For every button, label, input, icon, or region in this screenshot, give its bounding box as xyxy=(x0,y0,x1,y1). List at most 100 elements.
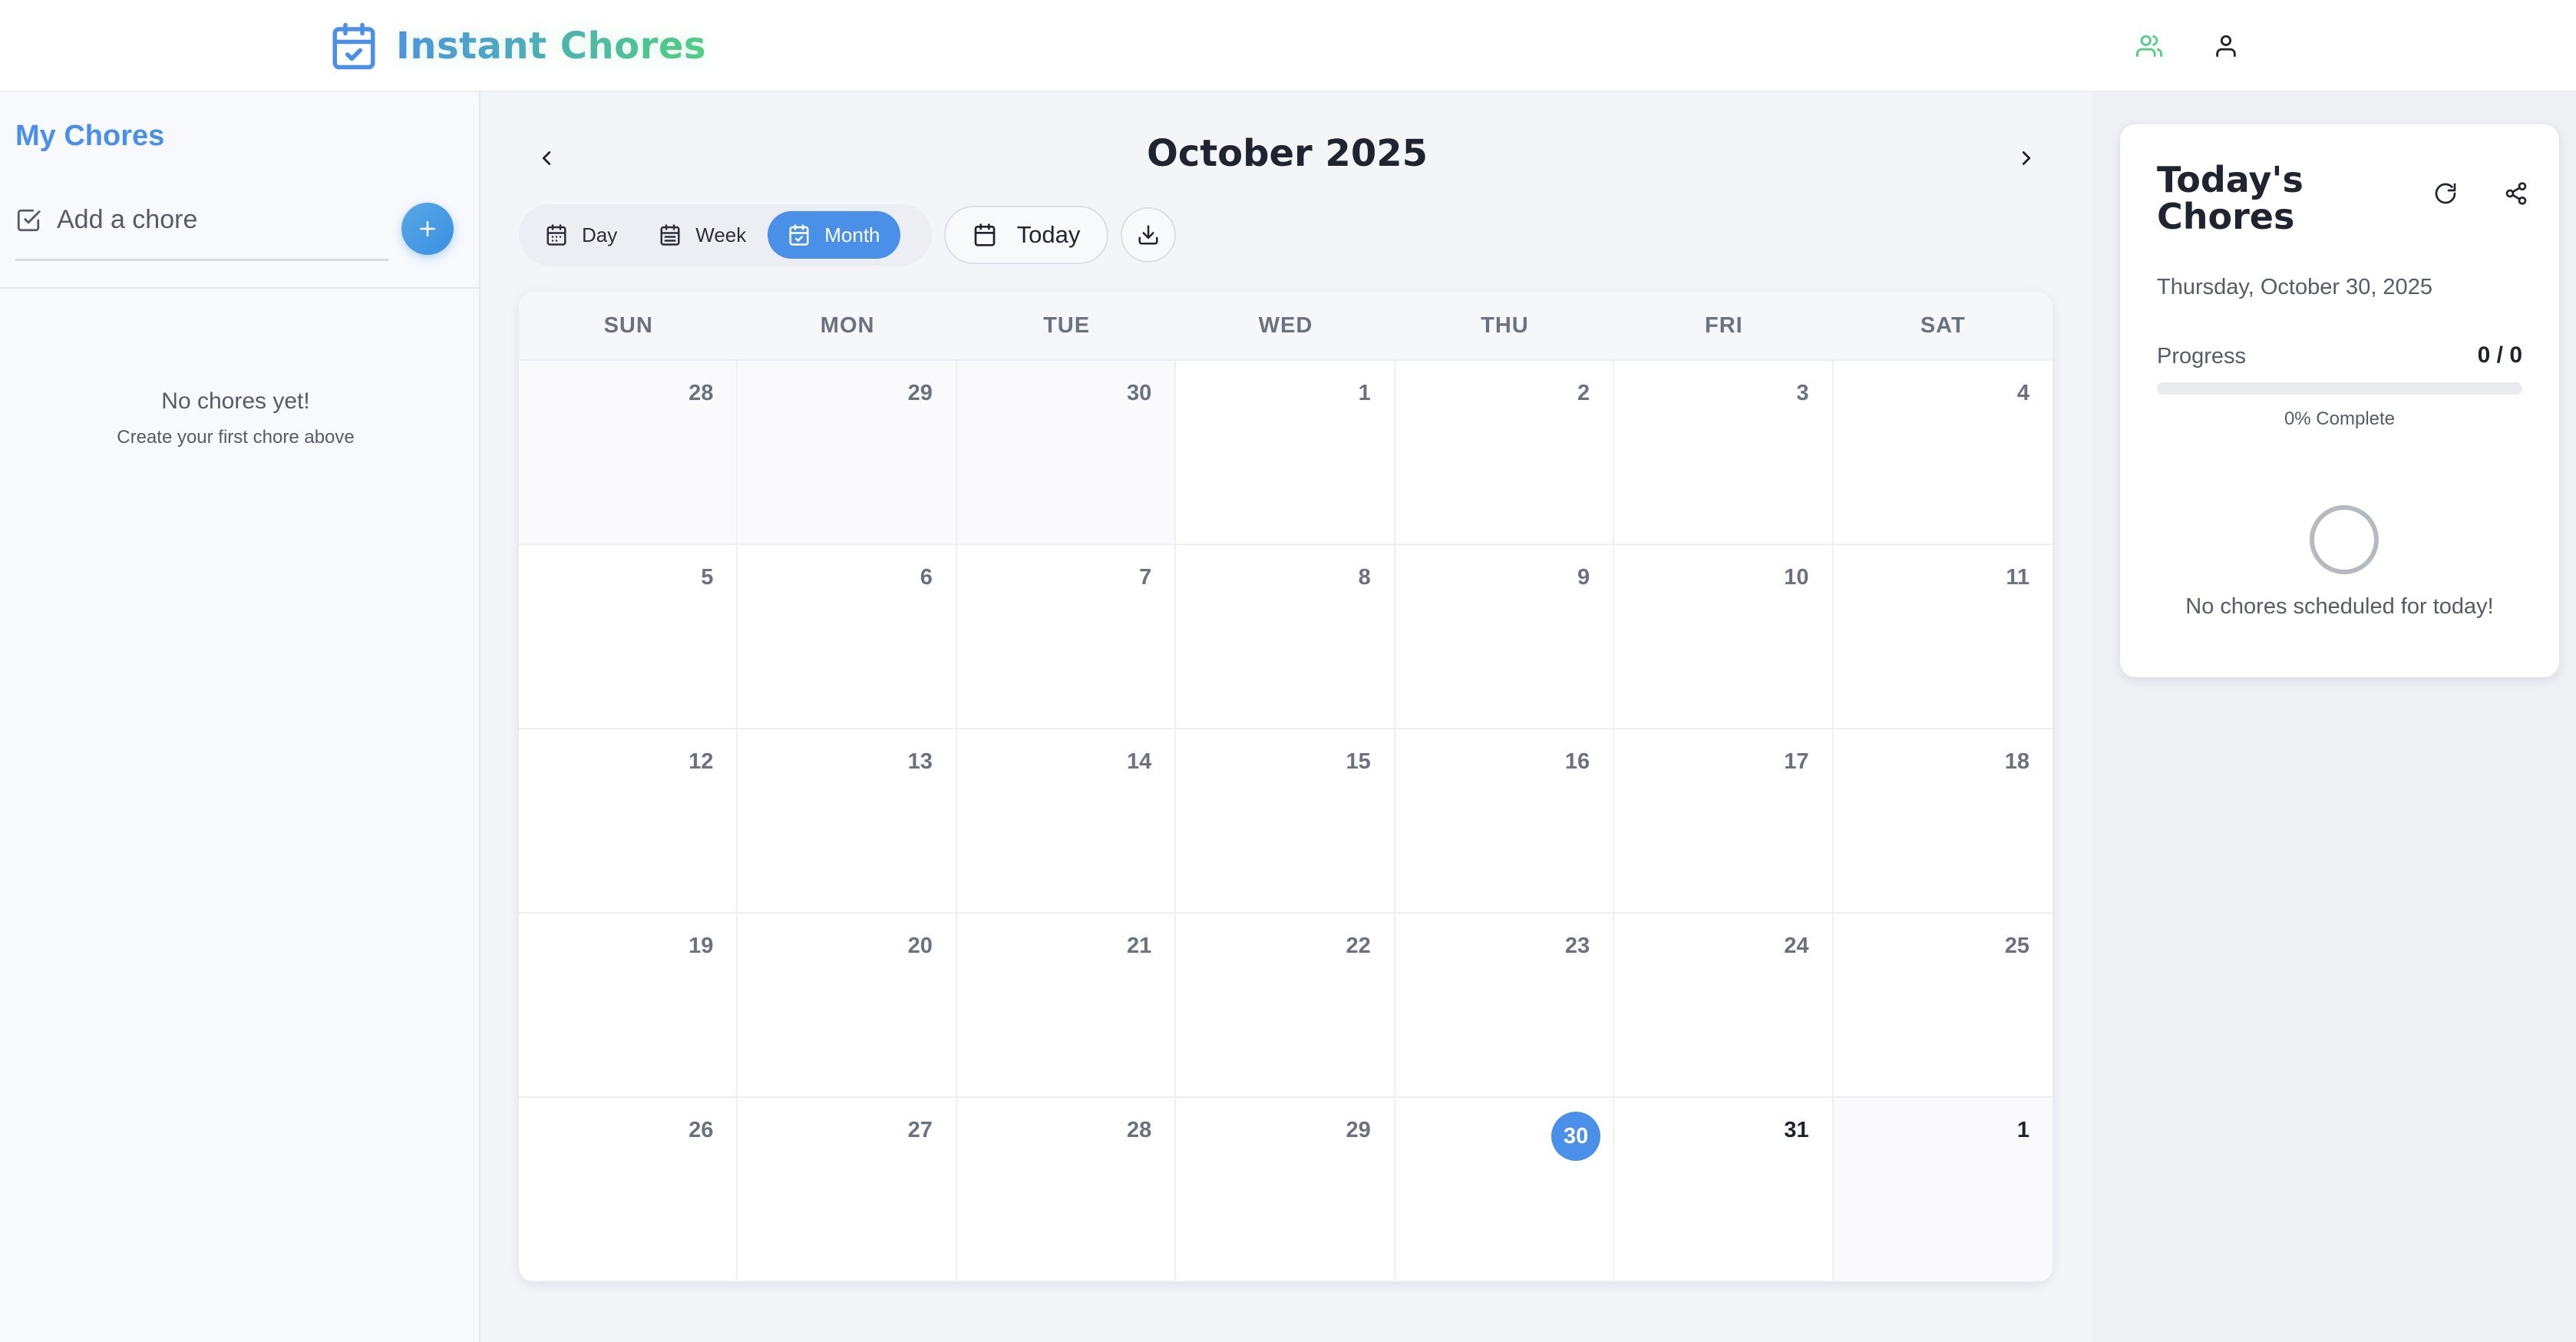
progress-value: 0 / 0 xyxy=(2477,342,2522,368)
day-view-button[interactable]: Day xyxy=(525,211,637,259)
weekday-header: SUN MON TUE WED THU FRI SAT xyxy=(519,292,2053,361)
calendar-check-icon xyxy=(329,21,379,71)
day-number: 9 xyxy=(1577,565,1590,590)
calendar-day[interactable]: 11 xyxy=(1833,545,2053,729)
calendar-day-today[interactable]: 30 xyxy=(1395,1098,1615,1282)
day-number: 18 xyxy=(2004,749,2029,774)
today-label: Today xyxy=(1016,221,1081,248)
calendar-day[interactable]: 5 xyxy=(519,545,738,729)
month-view-button[interactable]: Month xyxy=(768,211,900,259)
progress-label: Progress xyxy=(2157,344,2247,369)
day-number: 15 xyxy=(1346,749,1371,774)
month-view-label: Month xyxy=(824,223,880,246)
day-number: 10 xyxy=(1784,565,1809,590)
add-chore-input[interactable] xyxy=(57,205,379,235)
day-number: 3 xyxy=(1796,381,1809,405)
calendar-day[interactable]: 21 xyxy=(956,914,1177,1098)
calendar-day[interactable]: 20 xyxy=(738,914,957,1098)
calendar-day[interactable]: 30 xyxy=(956,361,1177,545)
progress-bar xyxy=(2157,382,2522,395)
calendar-day[interactable]: 24 xyxy=(1614,914,1834,1098)
day-number: 22 xyxy=(1346,934,1371,958)
calendar-icon xyxy=(974,223,995,246)
refresh-button[interactable] xyxy=(2424,172,2467,215)
day-number: 1 xyxy=(1358,381,1371,405)
day-number: 13 xyxy=(907,749,933,774)
day-number: 4 xyxy=(2016,381,2029,405)
weekday-label: FRI xyxy=(1704,312,1743,338)
calendar-day[interactable]: 27 xyxy=(738,1098,957,1282)
day-number: 29 xyxy=(1346,1118,1371,1142)
day-number: 1 xyxy=(2016,1118,2029,1142)
calendar-day[interactable]: 15 xyxy=(1176,729,1395,914)
day-number: 29 xyxy=(907,381,933,405)
day-number: 30 xyxy=(1127,381,1152,405)
profile-button[interactable] xyxy=(2203,23,2249,69)
calendar-day[interactable]: 2 xyxy=(1395,361,1615,545)
day-number: 17 xyxy=(1784,749,1809,774)
household-button[interactable] xyxy=(2126,23,2172,69)
calendar-day[interactable]: 16 xyxy=(1395,729,1615,914)
day-grid: 28 29 30 1 2 3 4 5 6 7 8 9 10 11 12 13 14 15 16 17 18 19 20 21 2… xyxy=(519,361,2053,1282)
calendar-day[interactable]: 10 xyxy=(1614,545,1834,729)
day-number: 27 xyxy=(907,1118,933,1142)
month-calendar: SUN MON TUE WED THU FRI SAT 28 29 30 1 2 3 4 5 6… xyxy=(519,292,2053,1282)
calendar-day[interactable]: 1 xyxy=(1833,1098,2053,1282)
calendar-day[interactable]: 14 xyxy=(956,729,1177,914)
calendar-day[interactable]: 22 xyxy=(1176,914,1395,1098)
day-number: 14 xyxy=(1127,749,1152,774)
app-title: Instant Chores xyxy=(396,25,706,68)
today-button[interactable]: Today xyxy=(944,206,1108,264)
empty-circle-icon xyxy=(2310,505,2379,574)
day-number: 23 xyxy=(1564,934,1590,958)
empty-title: No chores yet! xyxy=(161,388,310,414)
next-month-button[interactable] xyxy=(2005,137,2048,180)
calendar-day[interactable]: 25 xyxy=(1833,914,2053,1098)
weekday-label: THU xyxy=(1481,312,1529,338)
brand[interactable]: Instant Chores xyxy=(329,17,706,75)
calendar-area: October 2025 Day Week Month Today SUN MO… xyxy=(482,92,2092,1342)
calendar-day[interactable]: 1 xyxy=(1176,361,1395,545)
calendar-day[interactable]: 9 xyxy=(1395,545,1615,729)
calendar-day[interactable]: 28 xyxy=(519,361,738,545)
chores-empty-state: No chores yet! Create your first chore a… xyxy=(0,388,471,448)
calendar-day[interactable]: 7 xyxy=(956,545,1177,729)
day-number: 25 xyxy=(2004,934,2029,958)
weekday-label: MON xyxy=(820,312,875,338)
calendar-day[interactable]: 13 xyxy=(738,729,957,914)
calendar-day[interactable]: 12 xyxy=(519,729,738,914)
calendar-day[interactable]: 3 xyxy=(1614,361,1834,545)
app-root: Instant Chores My Chores Add a chore No … xyxy=(0,0,2576,1342)
calendar-day[interactable]: 29 xyxy=(1176,1098,1395,1282)
calendar-week-icon xyxy=(660,224,680,246)
day-number: 26 xyxy=(689,1118,714,1142)
calendar-day[interactable]: 18 xyxy=(1833,729,2053,914)
calendar-day[interactable]: 23 xyxy=(1395,914,1615,1098)
calendar-day[interactable]: 8 xyxy=(1176,545,1395,729)
todays-date: Thursday, October 30, 2025 xyxy=(2157,275,2432,299)
calendar-day[interactable]: 17 xyxy=(1614,729,1834,914)
day-number: 31 xyxy=(1784,1118,1809,1142)
header-actions xyxy=(2126,23,2249,69)
week-view-label: Week xyxy=(695,223,747,246)
month-title: October 2025 xyxy=(1146,132,1428,175)
download-button[interactable] xyxy=(1121,207,1176,263)
calendar-day[interactable]: 28 xyxy=(956,1098,1177,1282)
chores-sidebar: My Chores No chores yet! Create your fir… xyxy=(0,92,481,1342)
week-view-button[interactable]: Week xyxy=(639,211,766,259)
calendar-day[interactable]: 19 xyxy=(519,914,738,1098)
refresh-icon xyxy=(2435,183,2456,204)
share-button[interactable] xyxy=(2495,172,2538,215)
download-icon xyxy=(1138,225,1158,245)
day-number: 28 xyxy=(689,381,714,405)
weekday-label: SUN xyxy=(603,312,653,338)
calendar-day[interactable]: 4 xyxy=(1833,361,2053,545)
calendar-day[interactable]: 29 xyxy=(738,361,957,545)
calendar-day[interactable]: 6 xyxy=(738,545,957,729)
add-chore-button[interactable] xyxy=(401,203,454,255)
calendar-day[interactable]: 31 xyxy=(1614,1098,1834,1282)
day-number: 24 xyxy=(1784,934,1809,958)
calendar-day[interactable]: 26 xyxy=(519,1098,738,1282)
todays-chores-title: Today's Chores xyxy=(2157,159,2304,237)
day-number: 19 xyxy=(689,934,714,958)
